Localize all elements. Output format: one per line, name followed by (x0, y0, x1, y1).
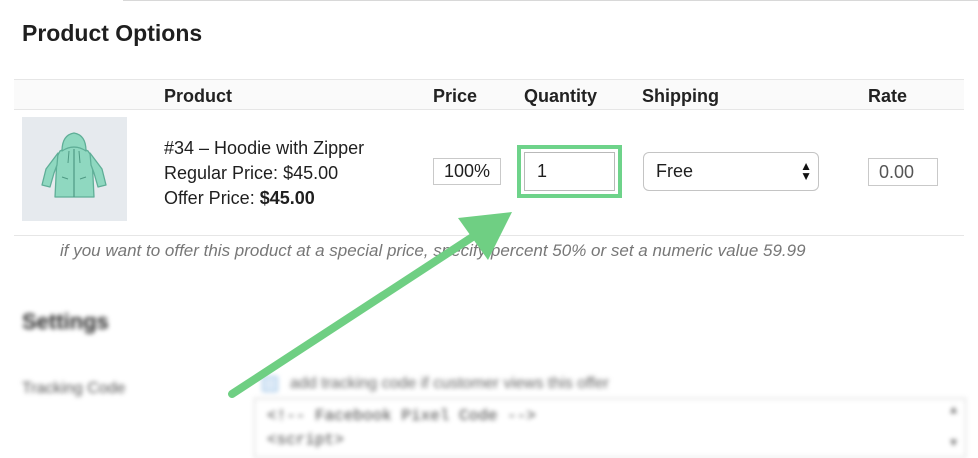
arrow-head (458, 212, 512, 260)
pointer-arrow-icon (228, 212, 512, 398)
arrow-shaft (228, 232, 478, 398)
